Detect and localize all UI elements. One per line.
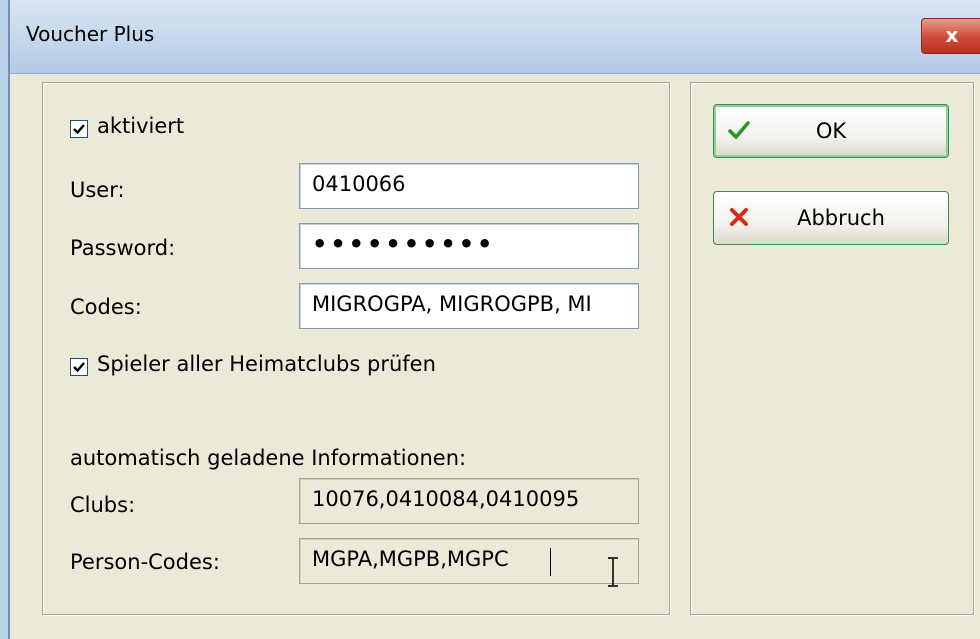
- window-title: Voucher Plus: [26, 22, 155, 46]
- clubs-label: Clubs:: [70, 493, 136, 517]
- title-bar[interactable]: Voucher Plus x: [10, 0, 980, 74]
- ok-button-label: OK: [815, 119, 847, 143]
- close-icon: x: [945, 23, 959, 47]
- codes-input[interactable]: MIGROGPA, MIGROGPB, MI: [299, 283, 639, 329]
- actions-panel: [690, 82, 974, 615]
- checkmark-icon: [73, 124, 85, 135]
- cancel-button-label: Abbruch: [797, 206, 885, 230]
- person-codes-label: Person-Codes:: [70, 550, 220, 574]
- all-clubs-label[interactable]: Spieler aller Heimatclubs prüfen: [97, 352, 436, 376]
- cancel-button[interactable]: Abbruch: [713, 191, 949, 245]
- dialog-window: Voucher Plus x aktiviert User: 0410066 P…: [8, 0, 980, 639]
- aktiviert-label[interactable]: aktiviert: [97, 114, 184, 138]
- ibeam-cursor-icon: [608, 557, 618, 587]
- user-input[interactable]: 0410066: [299, 163, 639, 209]
- aktiviert-checkbox[interactable]: [70, 120, 88, 138]
- user-label: User:: [70, 178, 125, 202]
- person-codes-field[interactable]: MGPA,MGPB,MGPC: [299, 538, 639, 584]
- clubs-field[interactable]: 10076,0410084,0410095: [299, 478, 639, 524]
- settings-panel: [42, 82, 670, 615]
- password-label: Password:: [70, 236, 176, 260]
- auto-info-heading: automatisch geladene Informationen:: [70, 446, 467, 470]
- codes-label: Codes:: [70, 295, 142, 319]
- ok-button[interactable]: OK: [713, 104, 949, 158]
- close-button[interactable]: x: [921, 18, 980, 54]
- checkmark-icon: [73, 362, 85, 373]
- password-input[interactable]: ••••••••••: [299, 223, 639, 269]
- all-clubs-checkbox[interactable]: [70, 358, 88, 376]
- text-caret: [550, 548, 551, 576]
